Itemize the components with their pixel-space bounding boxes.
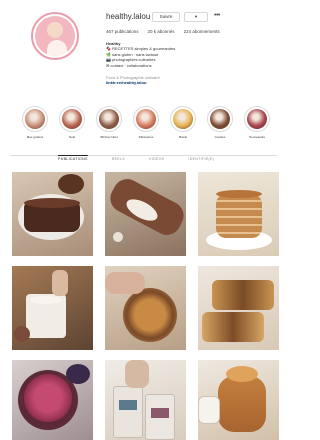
highlight-item[interactable]: Bowls xyxy=(170,106,196,139)
stat-followers[interactable]: 20 k abonnés xyxy=(148,29,175,34)
highlight-item[interactable]: Bûches Noël xyxy=(96,106,122,139)
highlight-item[interactable]: Nouveautés xyxy=(244,106,270,139)
story-highlights: Mes goûters Noël Bûches Noël Pâtisseries… xyxy=(22,106,277,139)
more-options-icon[interactable]: ••• xyxy=(214,12,220,19)
highlight-item[interactable]: Mes goûters xyxy=(22,106,48,139)
stat-following[interactable]: 224 abonnements xyxy=(184,29,220,34)
highlight-cover xyxy=(247,109,267,129)
highlight-item[interactable]: Pâtisseries xyxy=(133,106,159,139)
profile-tabs: PUBLICATIONS REELS VIDÉOS IDENTIFIÉ(E) xyxy=(58,155,214,161)
highlight-cover xyxy=(136,109,156,129)
post-thumbnail[interactable] xyxy=(198,360,279,440)
highlight-cover xyxy=(210,109,230,129)
post-thumbnail[interactable] xyxy=(105,172,186,256)
post-thumbnail[interactable] xyxy=(198,172,279,256)
highlight-label: Nouveautés xyxy=(248,135,265,139)
tab-tagged[interactable]: IDENTIFIÉ(E) xyxy=(188,157,214,161)
tab-publications[interactable]: PUBLICATIONS xyxy=(58,155,88,161)
post-thumbnail[interactable] xyxy=(105,360,186,440)
highlight-label: Cookies xyxy=(214,135,226,139)
post-grid xyxy=(12,172,279,440)
highlight-cover xyxy=(62,109,82,129)
tab-reels[interactable]: REELS xyxy=(112,157,125,161)
profile-avatar[interactable] xyxy=(31,12,79,60)
post-thumbnail[interactable] xyxy=(12,360,93,440)
post-thumbnail[interactable] xyxy=(105,266,186,350)
highlight-label: Pâtisseries xyxy=(138,135,154,139)
tabs-divider xyxy=(10,155,277,156)
highlight-label: Bûches Noël xyxy=(100,135,118,139)
highlight-label: Noël xyxy=(68,135,76,139)
post-thumbnail[interactable] xyxy=(12,172,93,256)
stat-posts: 467 publications xyxy=(106,29,139,34)
highlight-cover xyxy=(99,109,119,129)
profile-bio: Healthy 🍫 RECETTES simples & gourmandes … xyxy=(106,41,266,86)
highlight-cover xyxy=(25,109,45,129)
avatar-image xyxy=(35,16,75,56)
suggestions-button[interactable]: ▾ xyxy=(184,12,208,22)
post-thumbnail[interactable] xyxy=(198,266,279,350)
highlight-item[interactable]: Cookies xyxy=(207,106,233,139)
profile-stats: 467 publications 20 k abonnés 224 abonne… xyxy=(106,29,220,34)
profile-username: healthy.lalou xyxy=(106,12,151,21)
post-thumbnail[interactable] xyxy=(12,266,93,350)
tab-videos[interactable]: VIDÉOS xyxy=(149,157,164,161)
highlight-cover xyxy=(173,109,193,129)
highlight-item[interactable]: Noël xyxy=(59,106,85,139)
highlight-label: Bowls xyxy=(178,135,187,139)
bio-link[interactable]: linktr.ee/healthy.lalou xyxy=(106,80,266,85)
highlight-label: Mes goûters xyxy=(26,135,44,139)
follow-button[interactable]: Suivre xyxy=(152,12,180,22)
